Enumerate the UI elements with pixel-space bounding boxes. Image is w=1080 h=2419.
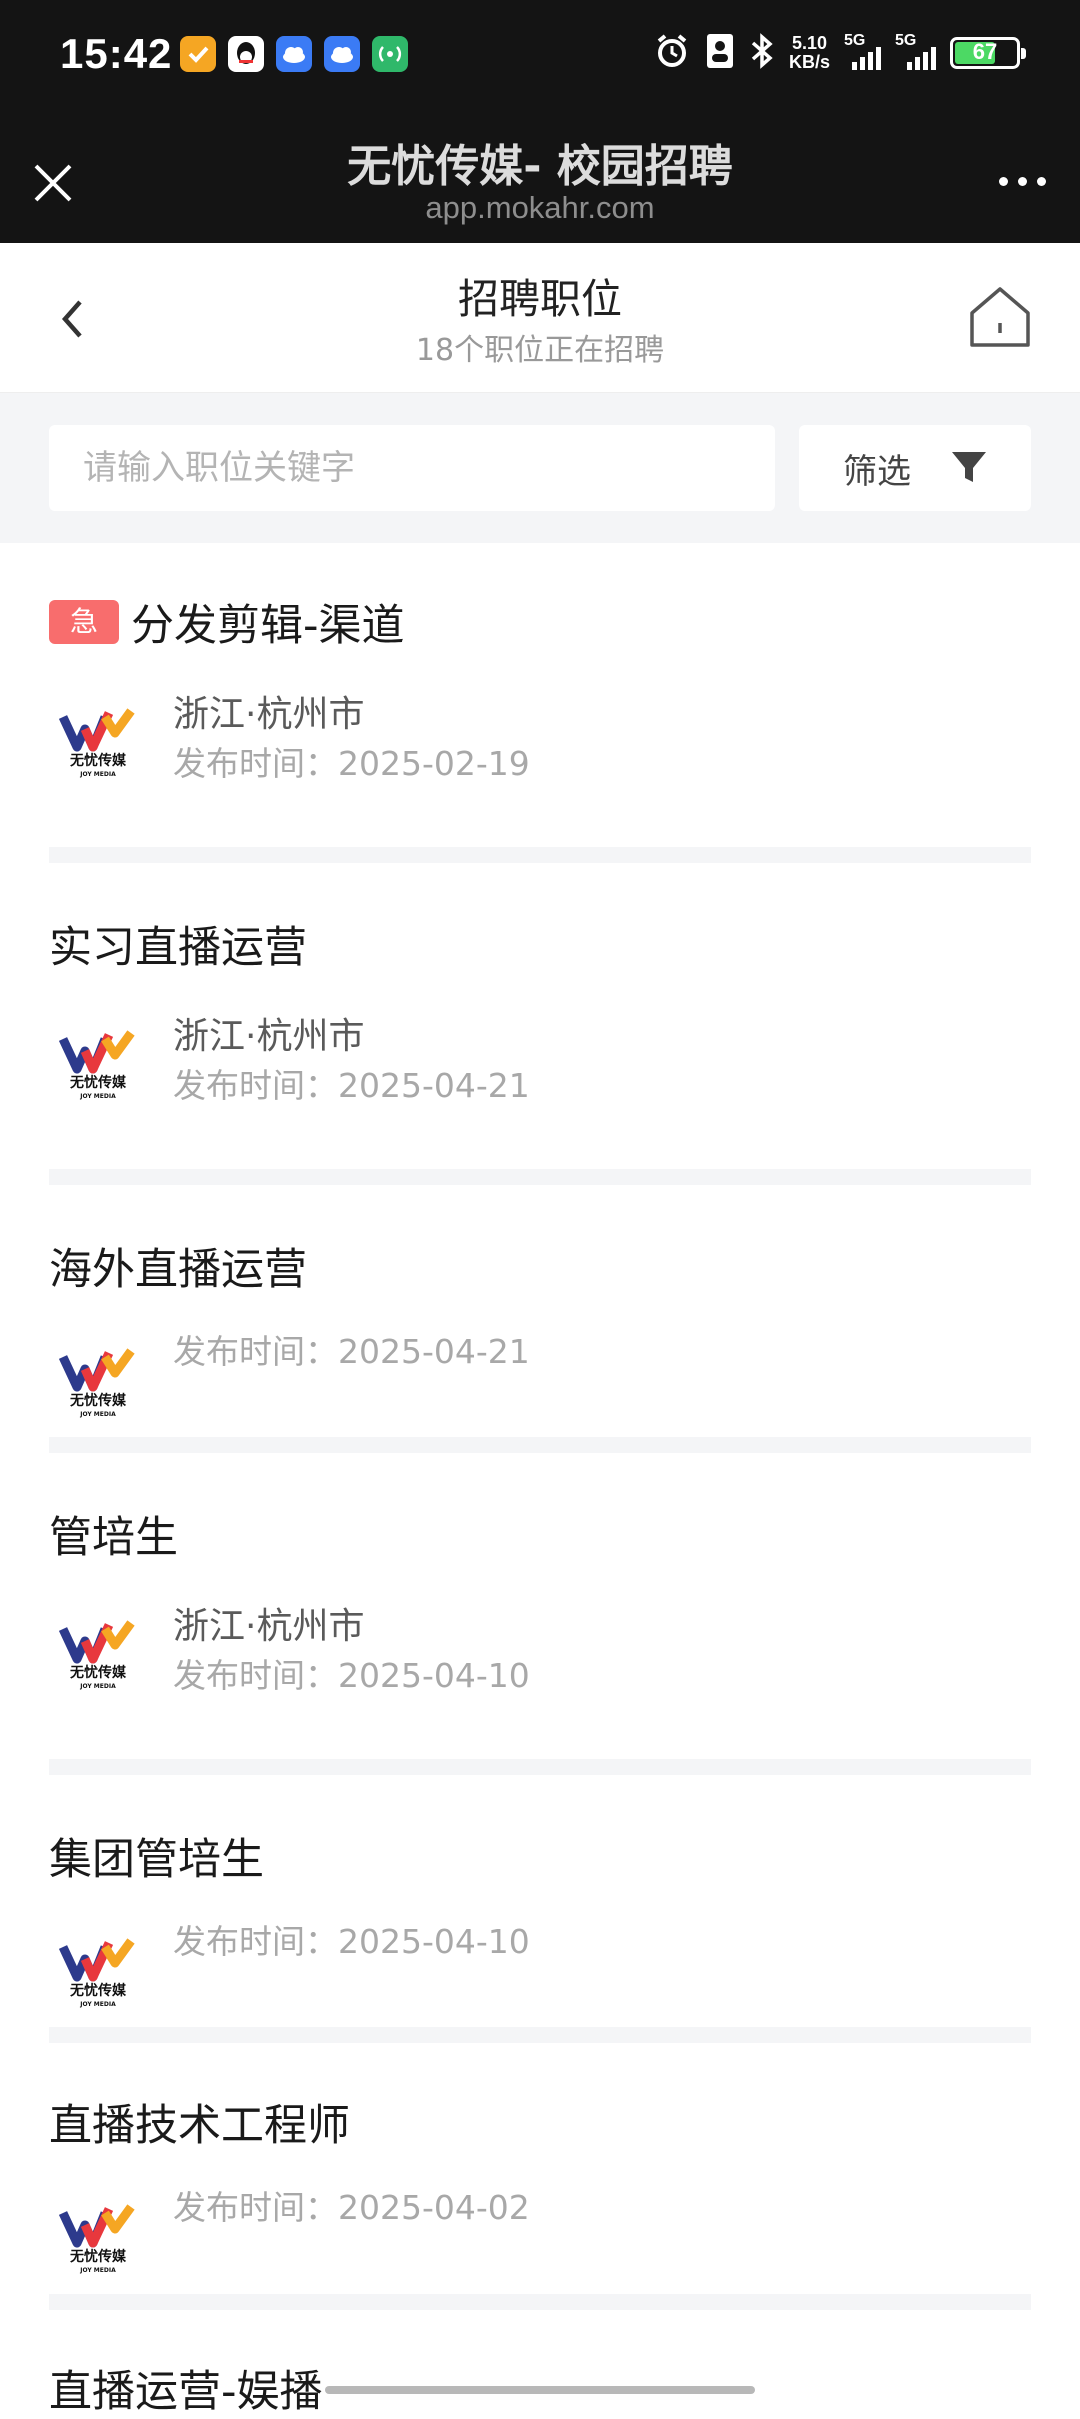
- divider: [49, 1759, 1031, 1775]
- job-date: 发布时间：2025-02-19: [173, 744, 530, 783]
- job-title: 直播运营-娱播: [49, 2367, 323, 2417]
- svg-text:无忧传媒: 无忧传媒: [69, 1074, 127, 1091]
- job-location: 浙江·杭州市: [173, 694, 365, 735]
- divider: [49, 2294, 1031, 2310]
- home-button[interactable]: [966, 283, 1034, 351]
- search-bar: 筛选: [0, 393, 1080, 543]
- qq-icon: [228, 36, 264, 72]
- weather-icon: [276, 36, 312, 72]
- company-logo: 无忧传媒 JOY MEDIA: [49, 699, 147, 779]
- job-title: 海外直播运营: [49, 1245, 307, 1295]
- status-bar: 15:42 5.10 KB/s 5G 5G 67: [0, 0, 1080, 116]
- bluetooth-icon: [749, 32, 775, 74]
- svg-text:无忧传媒: 无忧传媒: [69, 1982, 127, 1999]
- home-indicator: [325, 2386, 755, 2394]
- job-title: 实习直播运营: [49, 923, 307, 973]
- company-logo: 无忧传媒 JOY MEDIA: [49, 2195, 147, 2275]
- browser-url: app.mokahr.com: [425, 190, 655, 225]
- svg-text:JOY MEDIA: JOY MEDIA: [79, 771, 116, 778]
- id-card-icon: [705, 32, 735, 74]
- divider: [49, 847, 1031, 863]
- filter-button[interactable]: 筛选: [799, 425, 1031, 511]
- job-title: 直播技术工程师: [49, 2101, 350, 2151]
- page-header: 招聘职位 18个职位正在招聘: [0, 243, 1080, 393]
- signal-icon: 5G: [844, 32, 881, 70]
- divider: [49, 1169, 1031, 1185]
- divider: [49, 1437, 1031, 1453]
- page-title: 招聘职位: [458, 275, 622, 323]
- urgent-badge: 急: [49, 600, 119, 644]
- browser-bar: 无忧传媒- 校园招聘 app.mokahr.com: [0, 116, 1080, 243]
- job-date: 发布时间：2025-04-10: [173, 1922, 530, 1961]
- company-logo: 无忧传媒 JOY MEDIA: [49, 1021, 147, 1101]
- browser-title: 无忧传媒- 校园招聘: [347, 141, 733, 192]
- company-logo: 无忧传媒 JOY MEDIA: [49, 1339, 147, 1419]
- status-indicators: 5.10 KB/s 5G 5G 67: [653, 32, 1026, 74]
- svg-text:JOY MEDIA: JOY MEDIA: [79, 2267, 116, 2274]
- job-date: 发布时间：2025-04-21: [173, 1332, 530, 1371]
- svg-text:无忧传媒: 无忧传媒: [69, 1664, 127, 1681]
- status-time: 15:42: [60, 30, 173, 77]
- alarm-icon: [653, 32, 691, 74]
- job-date: 发布时间：2025-04-02: [173, 2188, 530, 2227]
- svg-text:无忧传媒: 无忧传媒: [69, 1392, 127, 1409]
- job-title-row: 急 分发剪辑-渠道: [49, 591, 405, 653]
- more-dot: [1036, 176, 1046, 186]
- company-logo: 无忧传媒 JOY MEDIA: [49, 1611, 147, 1691]
- page-subtitle: 18个职位正在招聘: [415, 333, 665, 368]
- more-dot: [998, 176, 1008, 186]
- divider: [49, 2027, 1031, 2043]
- job-date: 发布时间：2025-04-21: [173, 1066, 530, 1105]
- svg-text:JOY MEDIA: JOY MEDIA: [79, 1683, 116, 1690]
- filter-label: 筛选: [843, 451, 911, 492]
- job-date: 发布时间：2025-04-10: [173, 1656, 530, 1695]
- battery-level: 67: [972, 39, 998, 64]
- svg-text:无忧传媒: 无忧传媒: [69, 752, 127, 769]
- signal-icon: 5G: [895, 32, 936, 70]
- job-title: 集团管培生: [49, 1835, 264, 1885]
- job-location: 浙江·杭州市: [173, 1606, 365, 1647]
- job-title: 管培生: [49, 1513, 178, 1563]
- company-logo: 无忧传媒 JOY MEDIA: [49, 1929, 147, 2009]
- notification-icons: [180, 36, 408, 72]
- more-dot: [1017, 176, 1027, 186]
- svg-text:无忧传媒: 无忧传媒: [69, 2248, 127, 2265]
- more-button[interactable]: [992, 166, 1052, 196]
- filter-icon: [952, 452, 986, 482]
- job-location: 浙江·杭州市: [173, 1016, 365, 1057]
- battery-icon: 67: [950, 37, 1026, 69]
- job-title: 分发剪辑-渠道: [131, 601, 405, 651]
- hotspot-icon: [372, 36, 408, 72]
- search-input[interactable]: [49, 425, 775, 511]
- notification-app-icon: [180, 36, 216, 72]
- svg-text:JOY MEDIA: JOY MEDIA: [79, 1093, 116, 1100]
- weather-icon: [324, 36, 360, 72]
- svg-text:JOY MEDIA: JOY MEDIA: [79, 2001, 116, 2008]
- home-icon: [970, 287, 1030, 347]
- net-speed: 5.10 KB/s: [788, 33, 830, 72]
- svg-text:JOY MEDIA: JOY MEDIA: [79, 1411, 116, 1418]
